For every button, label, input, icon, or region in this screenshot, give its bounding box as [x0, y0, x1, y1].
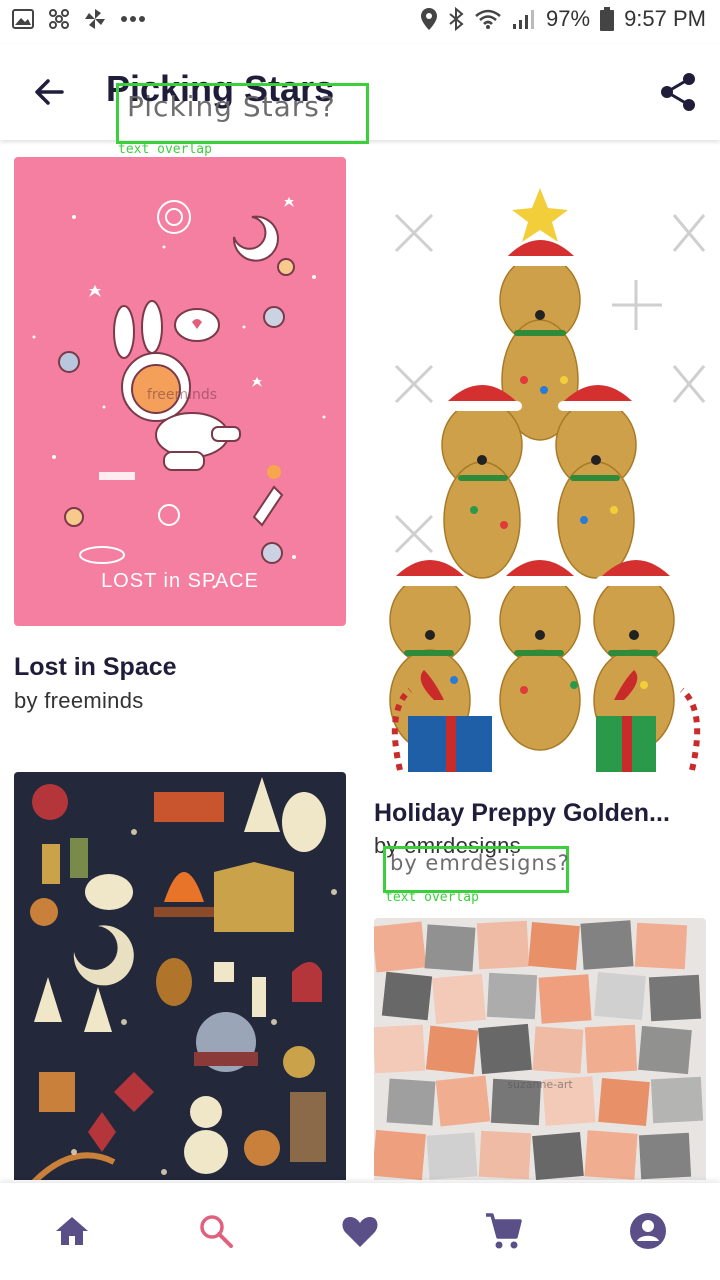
- signal-icon: [513, 10, 535, 29]
- art-watermark: suzanne-art: [507, 1078, 573, 1091]
- golden-dogs-illustration: [389, 188, 706, 772]
- battery-icon: [600, 7, 615, 31]
- heart-icon: [342, 1217, 378, 1247]
- overlap-ghost-text: by emrdesigns?: [390, 851, 570, 875]
- more-icon: [121, 16, 145, 22]
- product-grid: LOST in SPACE freeminds Lost in Space by…: [0, 140, 720, 1180]
- nav-favorites[interactable]: [338, 1209, 382, 1253]
- product-title[interactable]: Lost in Space: [14, 653, 177, 682]
- share-icon: [661, 73, 695, 111]
- cozy-winter-illustration: [30, 777, 337, 1180]
- nav-home[interactable]: [50, 1209, 94, 1253]
- clock: 9:57 PM: [624, 6, 706, 31]
- wifi-icon: [475, 9, 501, 29]
- space-illustration: LOST in SPACE freeminds: [32, 197, 326, 592]
- text-overlap-box-artist: by emrdesigns?: [383, 846, 569, 893]
- overlap-caption: text overlap: [118, 142, 212, 157]
- text-overlap-box-title: Picking Stars?: [116, 83, 369, 144]
- product-title[interactable]: Holiday Preppy Golden...: [374, 799, 670, 828]
- bluetooth-icon: [449, 7, 464, 31]
- art-watermark: freeminds: [147, 387, 217, 403]
- overlap-ghost-text: Picking Stars?: [127, 90, 336, 123]
- location-icon: [421, 8, 438, 30]
- product-image-abstract-squares[interactable]: suzanne-art: [374, 918, 706, 1180]
- bottom-navigation: [0, 1183, 720, 1280]
- back-button[interactable]: [28, 70, 72, 114]
- fan-icon: [85, 9, 105, 29]
- share-button[interactable]: [656, 70, 700, 114]
- search-icon: [200, 1215, 233, 1248]
- art-caption: LOST in SPACE: [101, 570, 259, 592]
- product-image-cozy-winter[interactable]: [14, 772, 346, 1180]
- product-artist[interactable]: by freeminds: [14, 688, 144, 714]
- battery-percent: 97%: [546, 6, 591, 31]
- account-icon: [630, 1213, 666, 1249]
- nav-search[interactable]: [194, 1209, 238, 1253]
- pinwheel-icon: [49, 9, 69, 29]
- arrow-back-icon: [35, 79, 64, 105]
- cart-icon: [486, 1213, 522, 1249]
- nav-account[interactable]: [626, 1209, 670, 1253]
- product-image-holiday-preppy-golden[interactable]: [374, 180, 706, 776]
- home-icon: [56, 1217, 88, 1245]
- nav-cart[interactable]: [482, 1209, 526, 1253]
- product-image-lost-in-space[interactable]: LOST in SPACE freeminds: [14, 157, 346, 626]
- image-icon: [12, 9, 34, 29]
- abstract-squares-illustration: suzanne-art: [374, 920, 704, 1180]
- overlap-caption: text overlap: [385, 890, 479, 905]
- status-bar: 97% 9:57 PM: [0, 0, 720, 44]
